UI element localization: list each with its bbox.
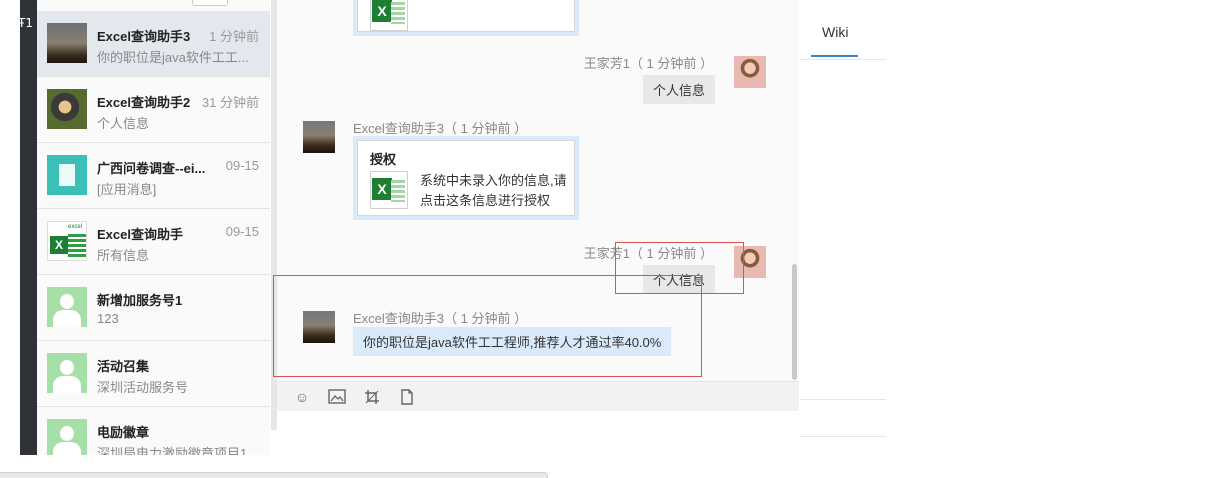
conversation-preview: 深圳活动服务号	[97, 380, 189, 395]
excel-icon: X	[370, 171, 408, 209]
conversation-list: Excel查询助手3 1 分钟前 你的职位是java软件工工... Excel查…	[37, 0, 270, 455]
message-bubble: 个人信息	[642, 75, 715, 104]
person-icon	[47, 419, 87, 455]
conversation-name: Excel查询助手	[97, 227, 183, 242]
conversation-name: 广西问卷调查--ei...	[97, 161, 206, 176]
person-icon	[47, 287, 87, 327]
person-icon	[47, 353, 87, 393]
conversation-preview: 深圳局电力激励徽章项目1	[97, 446, 248, 455]
bottom-scrollbar[interactable]	[0, 472, 548, 478]
emoji-icon[interactable]: ☺	[293, 389, 311, 405]
conversation-preview: 123	[97, 311, 119, 326]
conversation-item-excel-2[interactable]: Excel查询助手2 31 分钟前 个人信息	[37, 77, 270, 143]
card-description: 系统中未录入你的信息,请点击这条信息进行授权	[420, 173, 567, 208]
conversation-item-badge[interactable]: 电励徽章 深圳局电力激励徽章项目1	[37, 407, 270, 455]
chat-toolbar: ☺	[277, 381, 799, 411]
file-icon[interactable]	[398, 389, 416, 405]
divider	[800, 59, 886, 60]
conversation-item-excel[interactable]: excel X Excel查询助手 09-15 所有信息	[37, 209, 270, 275]
right-panel: Wiki	[800, 5, 886, 455]
tab-wiki[interactable]: Wiki	[822, 24, 848, 40]
conversation-preview: 你的职位是java软件工工...	[97, 50, 249, 65]
photo-avatar	[47, 89, 87, 129]
conversation-time: 09-15	[225, 158, 259, 173]
conversation-item-survey[interactable]: 广西问卷调查--ei... 09-15 [应用消息]	[37, 143, 270, 209]
card-message-partial[interactable]: X	[353, 0, 579, 36]
excel-icon: excel X	[47, 221, 87, 261]
conversation-name: 新增加服务号1	[97, 293, 183, 308]
conversation-item-service-1[interactable]: 新增加服务号1 123	[37, 275, 270, 341]
nav-mark: Ŧ1	[18, 16, 33, 30]
highlight-box	[273, 275, 702, 377]
conversation-time: 09-15	[225, 224, 259, 239]
app-window: Ŧ1 Excel查询助手3 1 分钟前 你的职位是java软件工工... Exc…	[0, 0, 1223, 478]
bot-avatar[interactable]	[303, 121, 335, 153]
conversation-preview: 个人信息	[97, 116, 150, 131]
conversation-preview: 所有信息	[97, 248, 150, 263]
list-top-button[interactable]	[192, 0, 228, 6]
excel-icon: X	[370, 0, 408, 31]
message-sender: Excel查询助手3（ 1 分钟前 ）	[353, 121, 528, 136]
message-input[interactable]	[277, 411, 799, 455]
chat-scrollbar[interactable]	[792, 264, 797, 380]
conversation-name: 活动召集	[97, 359, 150, 374]
user-avatar[interactable]	[734, 56, 766, 88]
left-nav-strip: Ŧ1	[18, 0, 37, 455]
conversation-time: 1 分钟前	[209, 29, 259, 44]
divider	[800, 436, 886, 437]
photo-avatar	[47, 23, 87, 63]
conversation-item-excel-3[interactable]: Excel查询助手3 1 分钟前 你的职位是java软件工工...	[37, 11, 270, 77]
tab-underline	[811, 55, 858, 57]
conversation-preview: [应用消息]	[97, 182, 157, 197]
conversation-name: Excel查询助手2	[97, 95, 191, 110]
conversation-time: 31 分钟前	[201, 95, 259, 110]
conversation-item-events[interactable]: 活动召集 深圳活动服务号	[37, 341, 270, 407]
divider	[800, 399, 886, 400]
crop-icon[interactable]	[363, 389, 381, 405]
conversation-name: Excel查询助手3	[97, 29, 191, 44]
conversation-name: 电励徽章	[97, 425, 150, 440]
chat-panel: X 王家芳1（ 1 分钟前 ） 个人信息 Excel查询助手3（ 1 分钟前 ）…	[277, 0, 799, 455]
image-icon[interactable]	[328, 389, 346, 405]
card-title: 授权	[370, 152, 397, 167]
document-icon	[47, 155, 87, 195]
message-sender: 王家芳1（ 1 分钟前 ）	[583, 56, 713, 71]
authorize-card[interactable]: 授权 X 系统中未录入你的信息,请点击这条信息进行授权	[353, 136, 579, 220]
